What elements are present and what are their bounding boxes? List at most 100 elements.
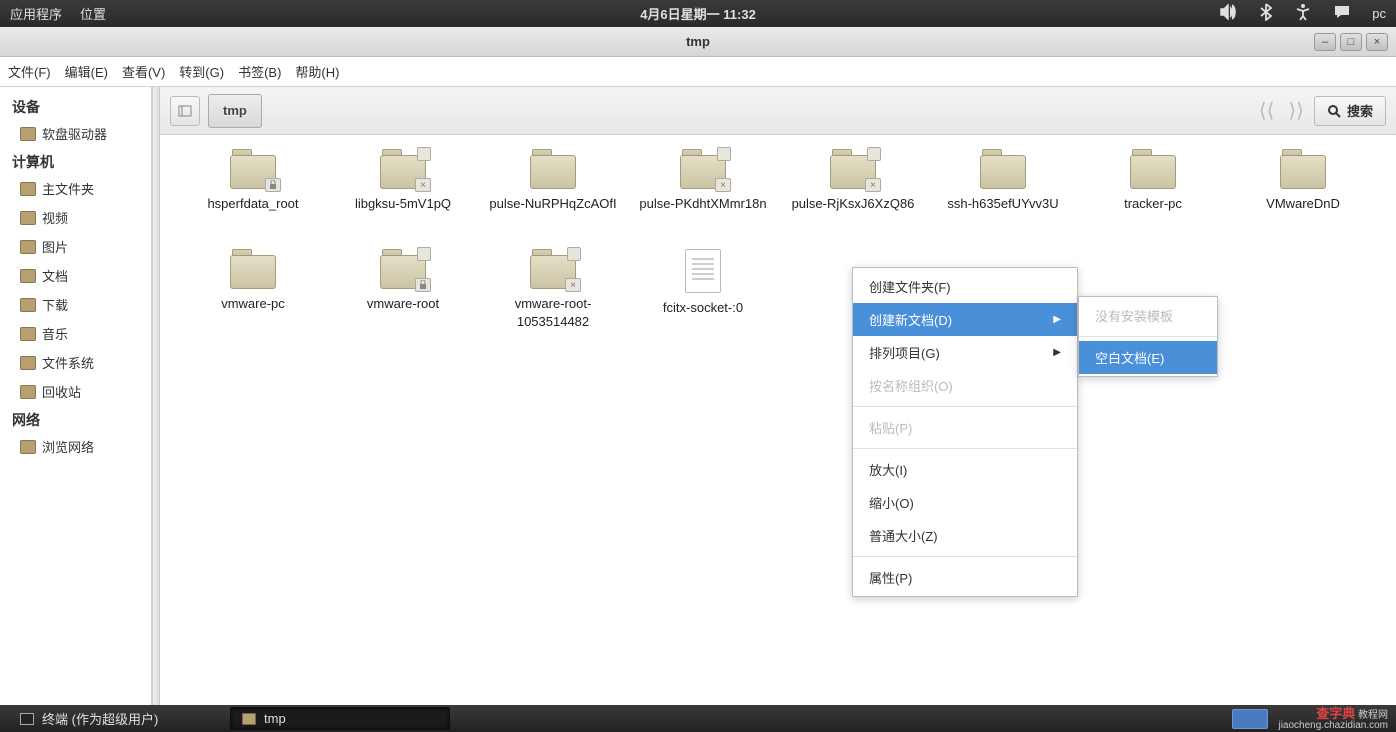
places-menu[interactable]: 位置 [80,4,106,23]
menu-item-3[interactable]: 转到(G) [179,62,224,81]
sidebar-item-label: 音乐 [42,324,68,343]
context-menu-item[interactable]: 属性(P) [853,561,1077,594]
bluetooth-icon[interactable] [1260,3,1272,24]
file-name: vmware-root [367,295,439,313]
submenu-item: 没有安装模板 [1079,299,1217,332]
context-menu-item[interactable]: 缩小(O) [853,486,1077,519]
applications-menu[interactable]: 应用程序 [10,4,62,23]
accessibility-icon[interactable] [1294,3,1312,24]
chevron-right-icon: ▶ [1053,347,1061,358]
sidebar-item-label: 下载 [42,295,68,314]
folder-icon [378,249,428,289]
clock[interactable]: 4月6日星期一 11:32 [640,4,756,23]
folder-icon [20,269,36,283]
folder-icon [20,182,36,196]
file-name: libgksu-5mV1pQ [355,195,451,213]
watermark: 查字典 教程网 jiaocheng.chazidian.com [1278,707,1388,731]
context-menu-item[interactable]: 普通大小(Z) [853,519,1077,552]
sidebar-item-label: 文档 [42,266,68,285]
sidebar-item[interactable]: 视频 [0,203,151,232]
context-menu-item[interactable]: 创建文件夹(F) [853,270,1077,303]
sidebar-item[interactable]: 浏览网络 [0,432,151,461]
path-toggle-button[interactable] [170,96,200,126]
file-name: vmware-pc [221,295,285,313]
taskbar-item[interactable]: 终端 (作为超级用户) [8,707,228,730]
minimize-button[interactable]: – [1314,33,1336,51]
no-access-icon: × [565,278,581,292]
file-item[interactable]: VMwareDnD [1230,145,1376,245]
file-item[interactable]: pulse-NuRPHqZcAOfI [480,145,626,245]
sidebar-item[interactable]: 下载 [0,290,151,319]
user-menu[interactable]: pc [1372,6,1386,21]
file-name: vmware-root-1053514482 [484,295,622,331]
menubar: 文件(F) 编辑(E) 查看(V) 转到(G) 书签(B) 帮助(H) [0,57,1396,87]
search-button[interactable]: 搜索 [1314,96,1386,126]
readonly-icon [415,278,431,292]
sidebar-item[interactable]: 回收站 [0,377,151,406]
file-item[interactable]: vmware-root [330,245,476,345]
volume-icon[interactable] [1220,4,1238,23]
sidebar-item-label: 图片 [42,237,68,256]
context-menu: 创建文件夹(F)创建新文档(D)▶排列项目(G)▶按名称组织(O)粘贴(P)放大… [852,267,1078,597]
context-menu-item[interactable]: 创建新文档(D)▶ [853,303,1077,336]
sidebar-item[interactable]: 软盘驱动器 [0,119,151,148]
sidebar-item[interactable]: 主文件夹 [0,174,151,203]
icon-grid[interactable]: hsperfdata_root×libgksu-5mV1pQpulse-NuRP… [160,135,1396,705]
sidebar-item[interactable]: 图片 [0,232,151,261]
context-menu-item[interactable]: 排列项目(G)▶ [853,336,1077,369]
sidebar-resize-handle[interactable] [152,87,160,705]
folder-icon [978,149,1028,189]
gnome-top-bar: 应用程序 位置 4月6日星期一 11:32 pc [0,0,1396,27]
menu-item-5[interactable]: 帮助(H) [295,62,339,81]
file-item[interactable]: ×libgksu-5mV1pQ [330,145,476,245]
file-item[interactable]: ×pulse-PKdhtXMmr18n [630,145,776,245]
folder-icon [20,298,36,312]
submenu-item[interactable]: 空白文档(E) [1079,341,1217,374]
main-area: tmp ⟨⟨ ⟩⟩ 搜索 hsperfdata_root×libgksu-5mV… [160,87,1396,705]
file-item[interactable]: tracker-pc [1080,145,1226,245]
folder-icon [228,149,278,189]
context-menu-item: 按名称组织(O) [853,369,1077,402]
menu-separator [1079,336,1217,337]
close-button[interactable]: × [1366,33,1388,51]
sidebar-item[interactable]: 文档 [0,261,151,290]
chevron-right-icon: ▶ [1053,314,1061,325]
file-item[interactable]: ×pulse-RjKsxJ6XzQ86 [780,145,926,245]
context-menu-item[interactable]: 放大(I) [853,453,1077,486]
lock-icon [567,247,581,261]
file-item[interactable]: × vmware-root-1053514482 [480,245,626,345]
folder-icon [528,149,578,189]
breadcrumb-tmp[interactable]: tmp [208,94,262,128]
menu-item-4[interactable]: 书签(B) [238,62,281,81]
menu-item-1[interactable]: 编辑(E) [65,62,108,81]
menu-item-2[interactable]: 查看(V) [122,62,165,81]
file-item[interactable]: hsperfdata_root [180,145,326,245]
chat-icon[interactable] [1334,5,1350,22]
sidebar-item[interactable]: 音乐 [0,319,151,348]
lock-icon [867,147,881,161]
taskbar-item[interactable]: tmp [230,707,450,730]
file-name: pulse-NuRPHqZcAOfI [489,195,616,213]
file-name: pulse-RjKsxJ6XzQ86 [792,195,915,213]
sidebar-item[interactable]: 文件系统 [0,348,151,377]
folder-icon [20,211,36,225]
search-label: 搜索 [1347,101,1373,120]
file-item[interactable]: vmware-pc [180,245,326,345]
nav-forward-icon: ⟩⟩ [1284,98,1308,123]
search-icon [1327,104,1341,118]
lock-icon [417,147,431,161]
maximize-button[interactable]: □ [1340,33,1362,51]
nav-back-icon[interactable]: ⟨⟨ [1255,98,1279,123]
folder-icon [20,440,36,454]
file-item[interactable]: fcitx-socket-:0 [630,245,776,345]
folder-icon [228,249,278,289]
folder-icon [20,327,36,341]
menu-separator [853,448,1077,449]
menu-item-0[interactable]: 文件(F) [8,62,51,81]
titlebar[interactable]: tmp – □ × [0,27,1396,57]
workspace-switcher[interactable] [1232,709,1268,729]
sidebar-item-label: 主文件夹 [42,179,94,198]
folder-icon [20,385,36,399]
sidebar-header: 设备 [0,93,151,119]
file-item[interactable]: ssh-h635efUYvv3U [930,145,1076,245]
